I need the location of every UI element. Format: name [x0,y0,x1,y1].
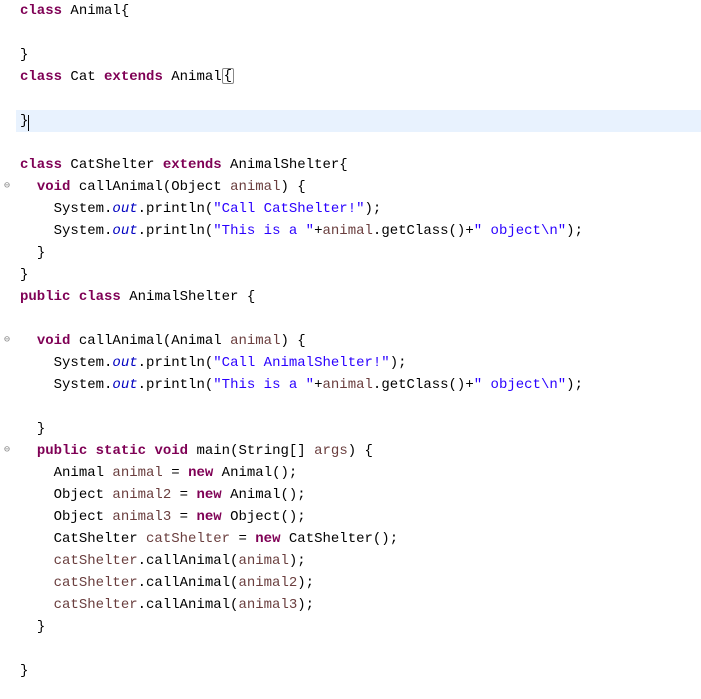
code-line[interactable]: catShelter.callAnimal(animal2); [16,572,701,594]
gutter-line [0,616,14,638]
code-line[interactable] [16,22,701,44]
code-line[interactable]: Object animal3 = new Object(); [16,506,701,528]
gutter-line [0,550,14,572]
code-line[interactable] [16,308,701,330]
gutter-line [0,528,14,550]
code-line[interactable] [16,132,701,154]
gutter-line [0,264,14,286]
code-editor[interactable]: class Animal{ } class Cat extends Animal… [14,0,701,682]
gutter-line [0,396,14,418]
editor-gutter: ⊖ ⊖ ⊖ [0,0,14,682]
gutter-line [0,110,14,132]
code-line-active[interactable]: } [16,110,701,132]
code-line[interactable]: catShelter.callAnimal(animal3); [16,594,701,616]
code-line[interactable]: Object animal2 = new Animal(); [16,484,701,506]
gutter-line [0,418,14,440]
gutter-line [0,88,14,110]
code-line[interactable] [16,88,701,110]
gutter-line [0,220,14,242]
code-line[interactable]: } [16,44,701,66]
fold-toggle-icon[interactable]: ⊖ [0,440,14,462]
gutter-line [0,352,14,374]
gutter-line [0,22,14,44]
code-line[interactable]: } [16,418,701,440]
gutter-line [0,572,14,594]
code-line[interactable]: class CatShelter extends AnimalShelter{ [16,154,701,176]
gutter-line [0,374,14,396]
gutter-line [0,154,14,176]
gutter-line [0,198,14,220]
code-line[interactable]: System.out.println("This is a "+animal.g… [16,220,701,242]
code-line[interactable]: catShelter.callAnimal(animal); [16,550,701,572]
code-line[interactable]: System.out.println("This is a "+animal.g… [16,374,701,396]
code-line[interactable]: void callAnimal(Object animal) { [16,176,701,198]
gutter-line [0,66,14,88]
gutter-line [0,44,14,66]
gutter-line [0,506,14,528]
fold-toggle-icon[interactable]: ⊖ [0,176,14,198]
code-line[interactable] [16,638,701,660]
gutter-line [0,286,14,308]
code-line[interactable]: void callAnimal(Animal animal) { [16,330,701,352]
code-line[interactable]: class Cat extends Animal{ [16,66,701,88]
text-caret-icon [28,115,29,131]
gutter-line [0,0,14,22]
gutter-line [0,660,14,682]
gutter-line [0,594,14,616]
code-line[interactable]: } [16,660,701,682]
code-line[interactable]: class Animal{ [16,0,701,22]
code-line[interactable]: System.out.println("Call AnimalShelter!"… [16,352,701,374]
gutter-line [0,638,14,660]
code-line[interactable]: CatShelter catShelter = new CatShelter()… [16,528,701,550]
gutter-line [0,242,14,264]
gutter-line [0,462,14,484]
fold-toggle-icon[interactable]: ⊖ [0,330,14,352]
gutter-line [0,484,14,506]
matching-brace-icon: { [222,68,234,84]
code-line[interactable]: } [16,242,701,264]
code-line[interactable]: public class AnimalShelter { [16,286,701,308]
code-line[interactable]: Animal animal = new Animal(); [16,462,701,484]
gutter-line [0,308,14,330]
code-line[interactable]: public static void main(String[] args) { [16,440,701,462]
code-line[interactable] [16,396,701,418]
code-line[interactable]: System.out.println("Call CatShelter!"); [16,198,701,220]
gutter-line [0,132,14,154]
code-line[interactable]: } [16,616,701,638]
code-line[interactable]: } [16,264,701,286]
